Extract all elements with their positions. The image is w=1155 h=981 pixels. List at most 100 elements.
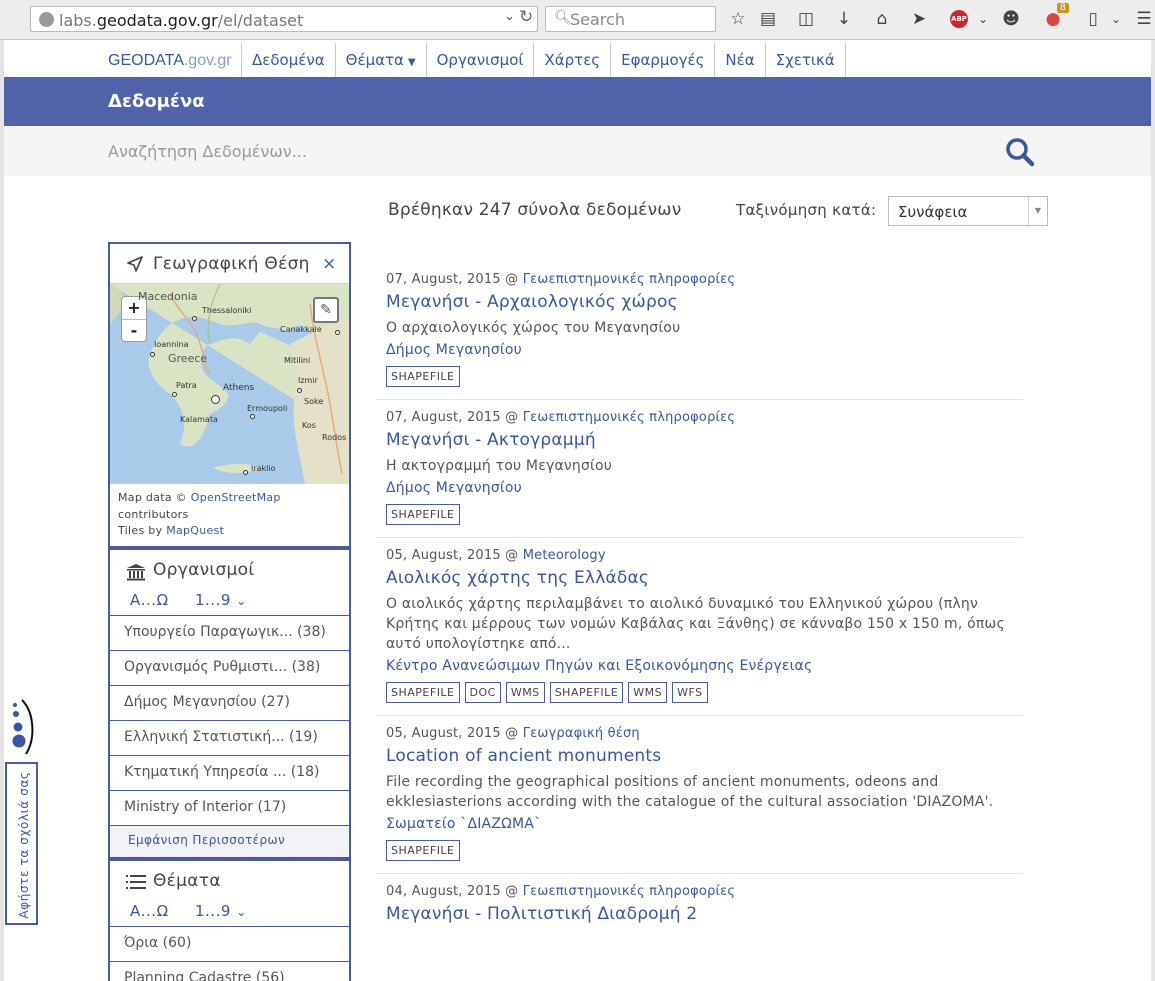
browser-search-field[interactable]: 🔍︎ Search bbox=[545, 6, 716, 32]
dataset-description: Ο αιολικός χάρτης περιλαμβάνει το αιολικ… bbox=[386, 596, 1005, 652]
dataset-group-link[interactable]: Meteorology bbox=[523, 548, 606, 563]
send-icon[interactable]: ➤ bbox=[908, 8, 930, 30]
dataset-meta: 07, August, 2015 @ Γεωεπιστημονικές πληρ… bbox=[386, 272, 736, 287]
map-label: Kalamata bbox=[180, 415, 218, 424]
reading-list-icon[interactable]: ▤ bbox=[757, 8, 779, 30]
facet-item-topic[interactable]: Planning Cadastre (56) bbox=[110, 960, 349, 981]
menu-icon[interactable]: ☰ bbox=[1133, 8, 1155, 30]
map-marker bbox=[335, 330, 340, 335]
map-label: Canakkale bbox=[280, 325, 322, 334]
map-label: Soke bbox=[304, 397, 324, 406]
map-marker bbox=[250, 414, 255, 419]
format-tag[interactable]: WMS bbox=[628, 682, 668, 703]
url-dropdown-icon[interactable]: ⌄ bbox=[504, 9, 515, 24]
dataset-item: 07, August, 2015 @ Γεωεπιστημονικές πληρ… bbox=[376, 262, 1023, 400]
home-icon[interactable]: ⌂ bbox=[871, 8, 893, 30]
dataset-item: 07, August, 2015 @ Γεωεπιστημονικές πληρ… bbox=[376, 400, 1023, 538]
close-icon[interactable]: × bbox=[322, 254, 336, 274]
dataset-organization-link[interactable]: Δήμος Μεγανησίου bbox=[386, 342, 1013, 358]
facet-item-organization[interactable]: Οργανισμός Ρυθμιστι... (38) bbox=[110, 649, 349, 685]
dataset-title-link[interactable]: Μεγανήσι - Ακτογραμμή bbox=[386, 430, 1013, 450]
dataset-title-link[interactable]: Μεγανήσι - Πολιτιστική Διαδρομή 2 bbox=[386, 904, 1013, 924]
dataset-title-link[interactable]: Μεγανήσι - Αρχαιολογικός χώρος bbox=[386, 292, 1013, 312]
map-view[interactable]: + - ✎ Macedonia Thessaloniki Ioannina Gr… bbox=[110, 284, 349, 484]
map-marker bbox=[192, 316, 197, 321]
institution-icon bbox=[127, 563, 145, 580]
adblock-icon[interactable]: ABP bbox=[950, 10, 968, 28]
nav-item-applications[interactable]: Εφαρμογές bbox=[611, 43, 716, 77]
format-tags: SHAPEFILE bbox=[386, 504, 1013, 525]
map-attribution: Map data © OpenStreetMap contributors Ti… bbox=[118, 491, 281, 537]
pocket-icon[interactable]: ◫ bbox=[795, 8, 817, 30]
organizations-facet: Οργανισμοί Α...Ω 1...9 ⌄ Υπουργείο Παραγ… bbox=[108, 545, 351, 857]
dataset-group-link[interactable]: Γεωγραφική θέση bbox=[523, 726, 640, 741]
show-more-button[interactable]: Εμφάνιση Περισσοτέρων bbox=[110, 824, 349, 857]
zoom-out-button[interactable]: - bbox=[122, 319, 146, 341]
nav-item-data[interactable]: Δεδομένα bbox=[242, 43, 336, 77]
feedback-logo-icon bbox=[12, 699, 34, 755]
dataset-item: 04, August, 2015 @ Γεωεπιστημονικές πληρ… bbox=[376, 874, 1023, 936]
map-label: Kos bbox=[302, 421, 316, 430]
format-tag[interactable]: SHAPEFILE bbox=[386, 840, 460, 861]
dataset-meta: 04, August, 2015 @ Γεωεπιστημονικές πληρ… bbox=[386, 884, 736, 899]
facet-item-organization[interactable]: Δήμος Μεγανησίου (27) bbox=[110, 684, 349, 720]
osm-link[interactable]: OpenStreetMap bbox=[191, 491, 281, 504]
dataset-organization-link[interactable]: Δήμος Μεγανησίου bbox=[386, 480, 1013, 496]
format-tag[interactable]: WMS bbox=[505, 682, 545, 703]
facet-item-topic[interactable]: Όρια (60) bbox=[110, 925, 349, 961]
nav-item-organizations[interactable]: Οργανισμοί bbox=[427, 43, 535, 77]
dataset-group-link[interactable]: Γεωεπιστημονικές πληροφορίες bbox=[523, 884, 735, 899]
sort-alpha-button[interactable]: Α...Ω bbox=[130, 902, 169, 920]
dataset-title-link[interactable]: Αιολικός χάρτης της Ελλάδας bbox=[386, 568, 1013, 588]
dataset-group-link[interactable]: Γεωεπιστημονικές πληροφορίες bbox=[523, 410, 735, 425]
format-tag[interactable]: SHAPEFILE bbox=[386, 504, 460, 525]
facet-item-organization[interactable]: Κτηματική Υπηρεσία ... (18) bbox=[110, 754, 349, 790]
nav-item-about[interactable]: Σχετικά bbox=[766, 43, 846, 77]
caret-down-icon: ▼ bbox=[407, 57, 416, 68]
map-label: Rodos bbox=[322, 433, 347, 442]
format-tag[interactable]: DOC bbox=[464, 682, 501, 703]
dataset-title-link[interactable]: Location of ancient monuments bbox=[386, 746, 1013, 766]
nav-item-maps[interactable]: Χάρτες bbox=[534, 43, 612, 77]
map-label: Athens bbox=[223, 383, 255, 393]
url-text[interactable]: labs.geodata.gov.gr/el/dataset bbox=[59, 11, 303, 30]
facet-item-organization[interactable]: Ministry of Interior (17) bbox=[110, 789, 349, 825]
facet-item-organization[interactable]: Ελληνική Στατιστική... (19) bbox=[110, 719, 349, 755]
feedback-tab[interactable]: Αφήστε τα σχόλιά σας bbox=[5, 762, 38, 925]
nav-item-topics[interactable]: Θέματα ▼ bbox=[336, 43, 427, 77]
format-tag[interactable]: SHAPEFILE bbox=[386, 366, 460, 387]
sort-alpha-button[interactable]: Α...Ω bbox=[130, 591, 169, 609]
dataset-description: Ο αρχαιολογικός χώρος του Μεγανησίου bbox=[386, 320, 681, 336]
dataset-organization-link[interactable]: Σωματείο `ΔΙΑΖΩΜΑ` bbox=[386, 816, 1013, 832]
browser-toolbar: labs.geodata.gov.gr/el/dataset ⌄ ↻ 🔍︎ Se… bbox=[0, 0, 1155, 40]
mapquest-link[interactable]: MapQuest bbox=[166, 524, 224, 537]
sort-count-button[interactable]: 1...9 ⌄ bbox=[195, 591, 247, 609]
dropdown-arrow-icon: ▼ bbox=[1028, 197, 1047, 225]
bookmark-star-icon[interactable]: ☆ bbox=[727, 8, 749, 30]
format-tag[interactable]: WFS bbox=[672, 682, 708, 703]
site-logo[interactable]: GEODATA.gov.gr bbox=[108, 52, 232, 70]
dataset-group-link[interactable]: Γεωεπιστημονικές πληροφορίες bbox=[523, 272, 735, 287]
map-marker bbox=[172, 392, 177, 397]
sort-select[interactable]: Συνάφεια ▼ bbox=[888, 196, 1048, 226]
chevron-down-icon[interactable]: ⌄ bbox=[972, 8, 994, 30]
geo-panel-header: Γεωγραφική Θέση × bbox=[110, 244, 349, 284]
facet-item-organization[interactable]: Υπουργείο Παραγωγικ... (38) bbox=[110, 614, 349, 650]
download-icon[interactable]: ↓ bbox=[833, 8, 855, 30]
clipboard-icon[interactable]: ▯ bbox=[1082, 8, 1104, 30]
topics-facet: Θέματα Α...Ω 1...9 ⌄ Όρια (60) Planning … bbox=[108, 856, 351, 981]
map-label: Patra bbox=[176, 381, 197, 390]
format-tag[interactable]: SHAPEFILE bbox=[549, 682, 624, 703]
dataset-description: Η ακτογραμμή του Μεγανησίου bbox=[386, 458, 613, 474]
chevron-down-icon[interactable]: ⌄ bbox=[1105, 8, 1127, 30]
format-tag[interactable]: SHAPEFILE bbox=[386, 682, 460, 703]
nav-item-news[interactable]: Νέα bbox=[715, 43, 766, 77]
draw-area-button[interactable]: ✎ bbox=[313, 297, 339, 323]
search-icon[interactable] bbox=[1004, 136, 1036, 168]
chat-icon[interactable]: ☻ bbox=[1000, 8, 1022, 30]
dataset-organization-link[interactable]: Κέντρο Ανανεώσιμων Πηγών και Εξοικονόμησ… bbox=[386, 658, 1013, 674]
url-bar[interactable]: labs.geodata.gov.gr/el/dataset ⌄ ↻ bbox=[30, 6, 538, 32]
dataset-search-input[interactable] bbox=[108, 138, 928, 164]
sort-count-button[interactable]: 1...9 ⌄ bbox=[195, 902, 247, 920]
reload-icon[interactable]: ↻ bbox=[519, 7, 533, 27]
